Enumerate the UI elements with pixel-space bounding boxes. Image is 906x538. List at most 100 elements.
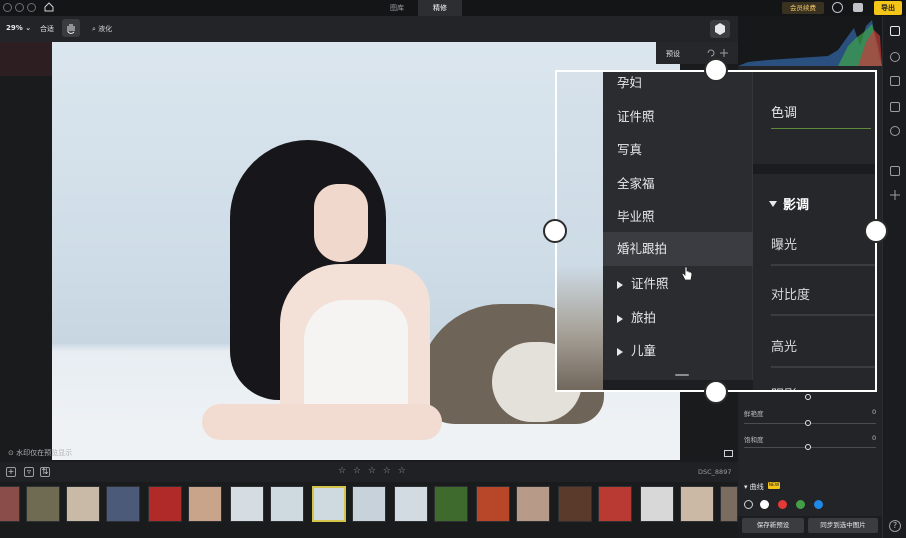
home-icon[interactable] — [44, 2, 54, 12]
menu-item-wedding[interactable]: 婚礼跟拍 — [603, 232, 753, 266]
zoom-handle-left — [543, 219, 567, 243]
vibrance-value: 0 — [872, 408, 877, 416]
thumbnail[interactable] — [394, 486, 428, 522]
minimize-window-icon[interactable] — [15, 3, 24, 12]
layers-icon[interactable] — [890, 166, 900, 176]
thumbnail[interactable] — [0, 486, 20, 522]
tab-retouch[interactable]: 精修 — [418, 0, 462, 16]
add-photo-button[interactable]: + — [6, 467, 16, 477]
history-icon[interactable] — [890, 126, 900, 136]
fit-button[interactable]: 合适 — [40, 24, 54, 34]
menu-group-label: 证件照 — [631, 276, 669, 291]
menu-group-children[interactable]: 儿童 — [617, 340, 656, 362]
sync-to-selected-button[interactable]: 同步到选中图片 — [808, 518, 878, 533]
image-icon[interactable] — [890, 76, 900, 86]
preset-panel-header: 预设 — [656, 42, 738, 64]
rating-stars[interactable]: ☆ ☆ ☆ ☆ ☆ — [338, 466, 408, 476]
zoom-contrast-label: 对比度 — [771, 288, 811, 303]
adjust-sliders-icon[interactable] — [890, 26, 900, 36]
menu-group-id-photo[interactable]: 证件照 — [617, 273, 669, 295]
slider-knob-top[interactable] — [805, 394, 811, 400]
zoom-shadows-label: 阴影 — [771, 384, 797, 390]
preset-label: 预设 — [666, 50, 680, 58]
watermark-note: ⊙ 水印仅在预览显示 — [8, 449, 73, 457]
thumbnail[interactable] — [188, 486, 222, 522]
menu-item-family[interactable]: 全家福 — [617, 173, 655, 195]
thumbnail[interactable] — [680, 486, 714, 522]
portrait-icon[interactable] — [890, 52, 900, 62]
menu-item-id-photo[interactable]: 证件照 — [617, 106, 655, 128]
zoom-highlights-track — [771, 366, 875, 368]
menu-group-travel[interactable]: 旅拍 — [617, 307, 656, 329]
user-icon[interactable] — [832, 2, 843, 13]
menu-group-label: 旅拍 — [631, 310, 657, 325]
saturation-knob[interactable] — [805, 444, 811, 450]
curve-label: 曲线 — [749, 483, 764, 491]
canvas-toolbar: 29% ⌄ 合适 ⌕ 液化 — [0, 16, 738, 42]
hand-tool-button[interactable] — [62, 19, 80, 37]
export-button[interactable]: 导出 — [874, 1, 902, 15]
watermark-note-text: 水印仅在预览显示 — [16, 449, 73, 457]
histogram-graph — [738, 20, 882, 66]
thumbnail[interactable] — [148, 486, 182, 522]
preset-cube-button[interactable] — [710, 20, 730, 38]
plus-icon — [890, 190, 900, 200]
sort-button[interactable]: ⇅ — [40, 467, 50, 477]
zoom-color-track — [771, 128, 871, 129]
thumbnail[interactable] — [476, 486, 510, 522]
vibrance-knob[interactable] — [805, 420, 811, 426]
zoom-separator — [753, 164, 875, 174]
thumbnail[interactable] — [640, 486, 674, 522]
menu-item-graduation[interactable]: 毕业照 — [617, 206, 655, 228]
thumbnail[interactable] — [66, 486, 100, 522]
filter-button[interactable]: ▿ — [24, 467, 34, 477]
thumbnail[interactable] — [352, 486, 386, 522]
crop-icon[interactable] — [890, 102, 900, 112]
new-badge: NEW — [768, 482, 780, 489]
vip-renew-button[interactable]: 会员续费 — [782, 2, 824, 14]
curve-channel-all[interactable] — [744, 500, 753, 509]
thumbnail[interactable] — [434, 486, 468, 522]
thumbnail[interactable] — [558, 486, 592, 522]
thumbnail[interactable] — [106, 486, 140, 522]
curve-channel-white[interactable] — [760, 500, 769, 509]
menu-item-portrait[interactable]: 写真 — [617, 139, 642, 161]
curve-channel-green[interactable] — [796, 500, 805, 509]
thumbnail[interactable] — [270, 486, 304, 522]
thumbnail[interactable] — [516, 486, 550, 522]
close-window-icon[interactable] — [3, 3, 12, 12]
menu-group-label: 儿童 — [631, 343, 657, 358]
tab-library[interactable]: 图库 — [378, 0, 416, 16]
help-icon[interactable]: ? — [889, 520, 901, 532]
thumbnail[interactable] — [26, 486, 60, 522]
collapse-triangle-icon[interactable] — [769, 201, 777, 207]
zoom-color-label: 色调 — [771, 106, 798, 121]
zoom-tone-section[interactable]: 影调 — [783, 194, 809, 213]
histogram — [738, 16, 882, 66]
curve-channel-blue[interactable] — [814, 500, 823, 509]
add-icon[interactable] — [890, 190, 900, 200]
zoom-exposure-label: 曝光 — [771, 238, 798, 253]
photo-face — [314, 184, 368, 262]
zoom-highlights-label: 高光 — [771, 340, 798, 355]
compare-icon[interactable] — [724, 450, 733, 457]
curve-channel-red[interactable] — [778, 500, 787, 509]
curve-section-title[interactable]: ▾ 曲线 — [744, 482, 764, 492]
thumbnail-selected[interactable] — [312, 486, 346, 522]
menu-item-maternity[interactable]: 孕妇 — [617, 72, 642, 94]
thumbnail[interactable] — [230, 486, 264, 522]
expand-triangle-icon — [617, 347, 623, 356]
menu-scroll-indicator[interactable] — [675, 374, 689, 376]
liquefy-tool[interactable]: ⌕ 液化 — [92, 24, 112, 34]
zoom-exposure-track — [771, 264, 875, 266]
maximize-window-icon[interactable] — [27, 3, 36, 12]
thumbnail[interactable] — [720, 486, 738, 522]
message-icon[interactable] — [853, 3, 863, 12]
liquefy-label: 液化 — [98, 25, 113, 33]
save-preset-button[interactable]: 保存新预设 — [742, 518, 804, 533]
zoom-level[interactable]: 29% ⌄ — [6, 24, 31, 32]
preset-actions-icon[interactable] — [706, 48, 732, 58]
zoom-adjustments: 色调 影调 曝光 对比度 高光 阴影 — [753, 72, 875, 390]
zoom-handle-top — [704, 58, 728, 82]
thumbnail[interactable] — [598, 486, 632, 522]
